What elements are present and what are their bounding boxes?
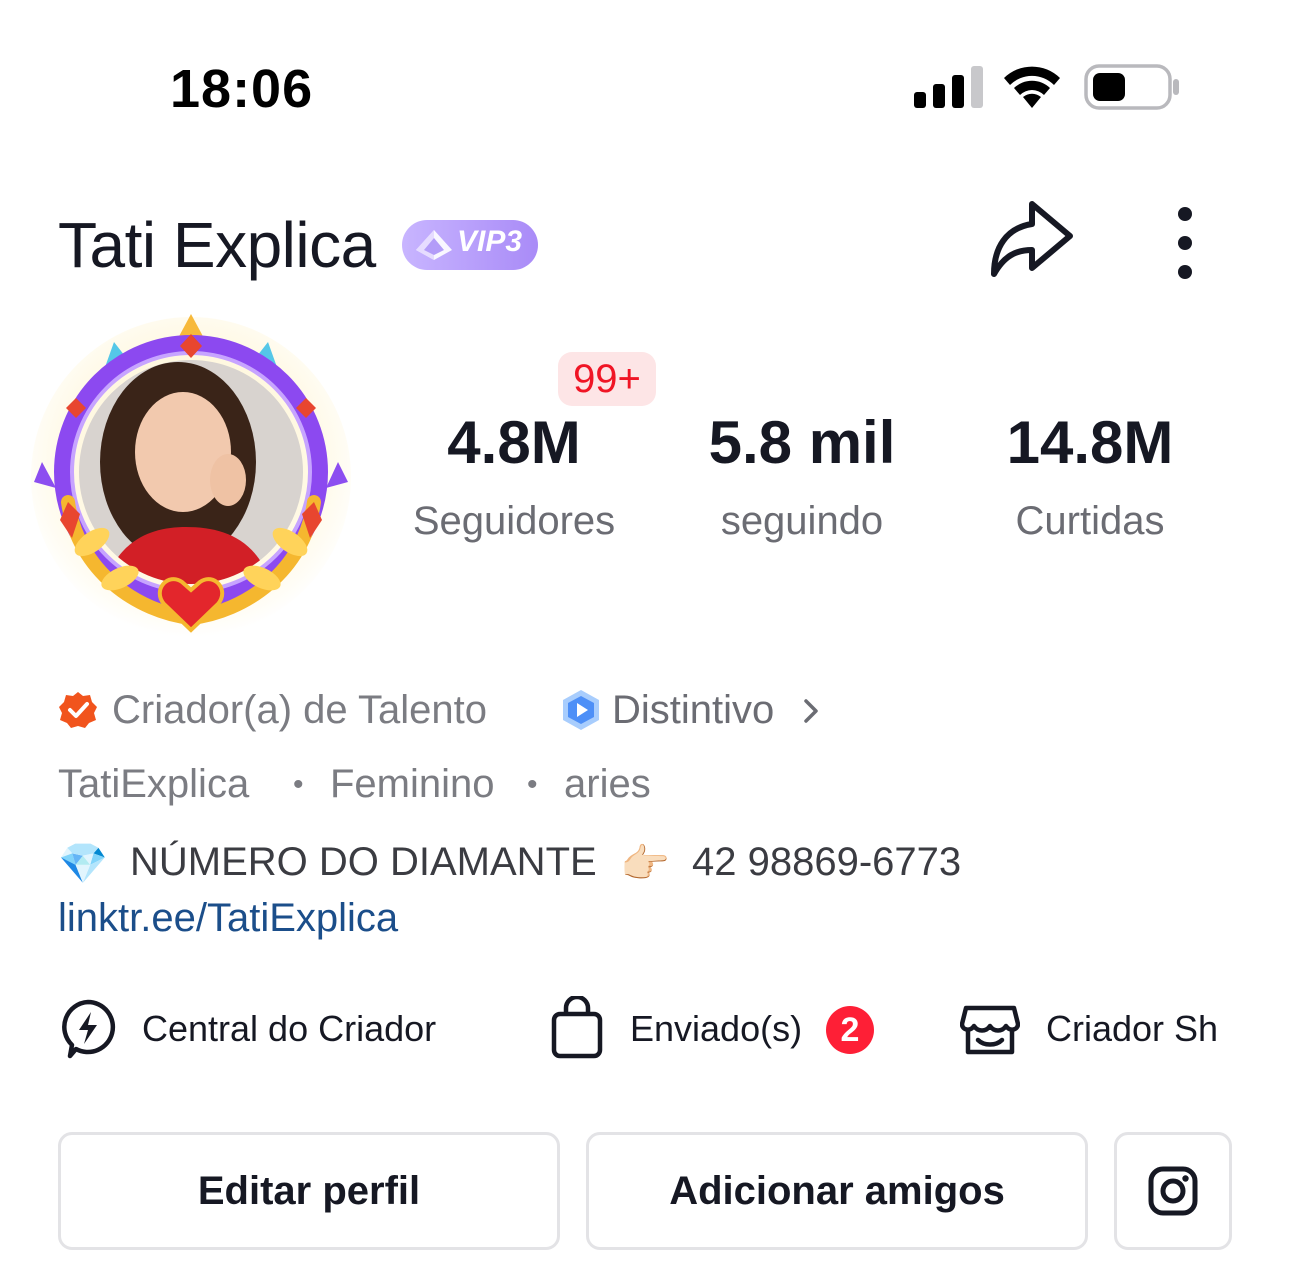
notification-badge: 99+ bbox=[558, 352, 656, 406]
creator-shop-label: Criador Sh bbox=[1046, 1008, 1219, 1049]
separator: • bbox=[293, 768, 304, 801]
stat-followers[interactable]: 4.8M Seguidores bbox=[394, 408, 634, 544]
instagram-icon bbox=[1148, 1166, 1198, 1216]
sent-label: Enviado(s) bbox=[630, 1008, 803, 1049]
likes-label: Curtidas bbox=[1015, 499, 1165, 543]
creator-center-button[interactable]: Central do Criador bbox=[58, 998, 538, 1062]
edit-profile-button[interactable]: Editar perfil bbox=[58, 1132, 560, 1250]
bio-link[interactable]: linktr.ee/TatiExplica bbox=[58, 896, 398, 941]
creator-shop-button[interactable]: Criador Sh bbox=[960, 1000, 1234, 1060]
share-arrow-icon[interactable] bbox=[986, 198, 1076, 284]
diamond-emoji: 💎 bbox=[58, 842, 108, 886]
wifi-icon bbox=[1004, 66, 1060, 108]
verified-talent-icon bbox=[59, 692, 97, 728]
gender: Feminino bbox=[330, 762, 495, 806]
battery-icon bbox=[1084, 64, 1179, 110]
username: TatiExplica bbox=[58, 762, 250, 806]
zodiac-sign: aries bbox=[564, 762, 651, 806]
more-vertical-icon[interactable] bbox=[1170, 206, 1200, 280]
profile-name: Tati Explica bbox=[58, 209, 376, 281]
vip-gem-icon bbox=[416, 230, 452, 260]
add-friends-button[interactable]: Adicionar amigos bbox=[586, 1132, 1088, 1250]
lightning-bubble-icon bbox=[62, 999, 116, 1059]
shopping-bag-icon bbox=[551, 996, 603, 1059]
badge-link[interactable]: Distintivo bbox=[612, 688, 774, 733]
vip-label: VIP3 bbox=[457, 225, 523, 258]
chevron-right-icon bbox=[804, 699, 818, 723]
followers-count: 4.8M bbox=[447, 409, 581, 476]
pointing-emoji: 👉🏻 bbox=[620, 842, 670, 886]
cellular-signal-icon bbox=[914, 66, 983, 108]
likes-count: 14.8M bbox=[1006, 409, 1174, 476]
shop-icon bbox=[960, 1005, 1020, 1055]
vip-badge[interactable]: VIP3 bbox=[402, 220, 538, 270]
creator-center-label: Central do Criador bbox=[142, 1008, 437, 1049]
avatar[interactable] bbox=[28, 312, 354, 648]
separator: • bbox=[527, 768, 538, 801]
stat-following[interactable]: 5.8 mil seguindo bbox=[682, 408, 922, 544]
bio-phone: 42 98869-6773 bbox=[692, 840, 962, 884]
instagram-button[interactable] bbox=[1114, 1132, 1232, 1250]
following-count: 5.8 mil bbox=[708, 409, 896, 476]
followers-label: Seguidores bbox=[412, 499, 616, 543]
following-label: seguindo bbox=[720, 499, 884, 543]
stat-likes[interactable]: 14.8M Curtidas bbox=[970, 408, 1210, 544]
talent-creator-label[interactable]: Criador(a) de Talento bbox=[112, 688, 487, 733]
sent-count-badge: 2 bbox=[826, 1006, 874, 1054]
sent-button[interactable]: Enviado(s) 2 bbox=[550, 996, 890, 1062]
bio-text: NÚMERO DO DIAMANTE bbox=[130, 840, 597, 884]
status-time: 18:06 bbox=[170, 59, 314, 119]
badge-hexagon-icon bbox=[563, 690, 599, 730]
